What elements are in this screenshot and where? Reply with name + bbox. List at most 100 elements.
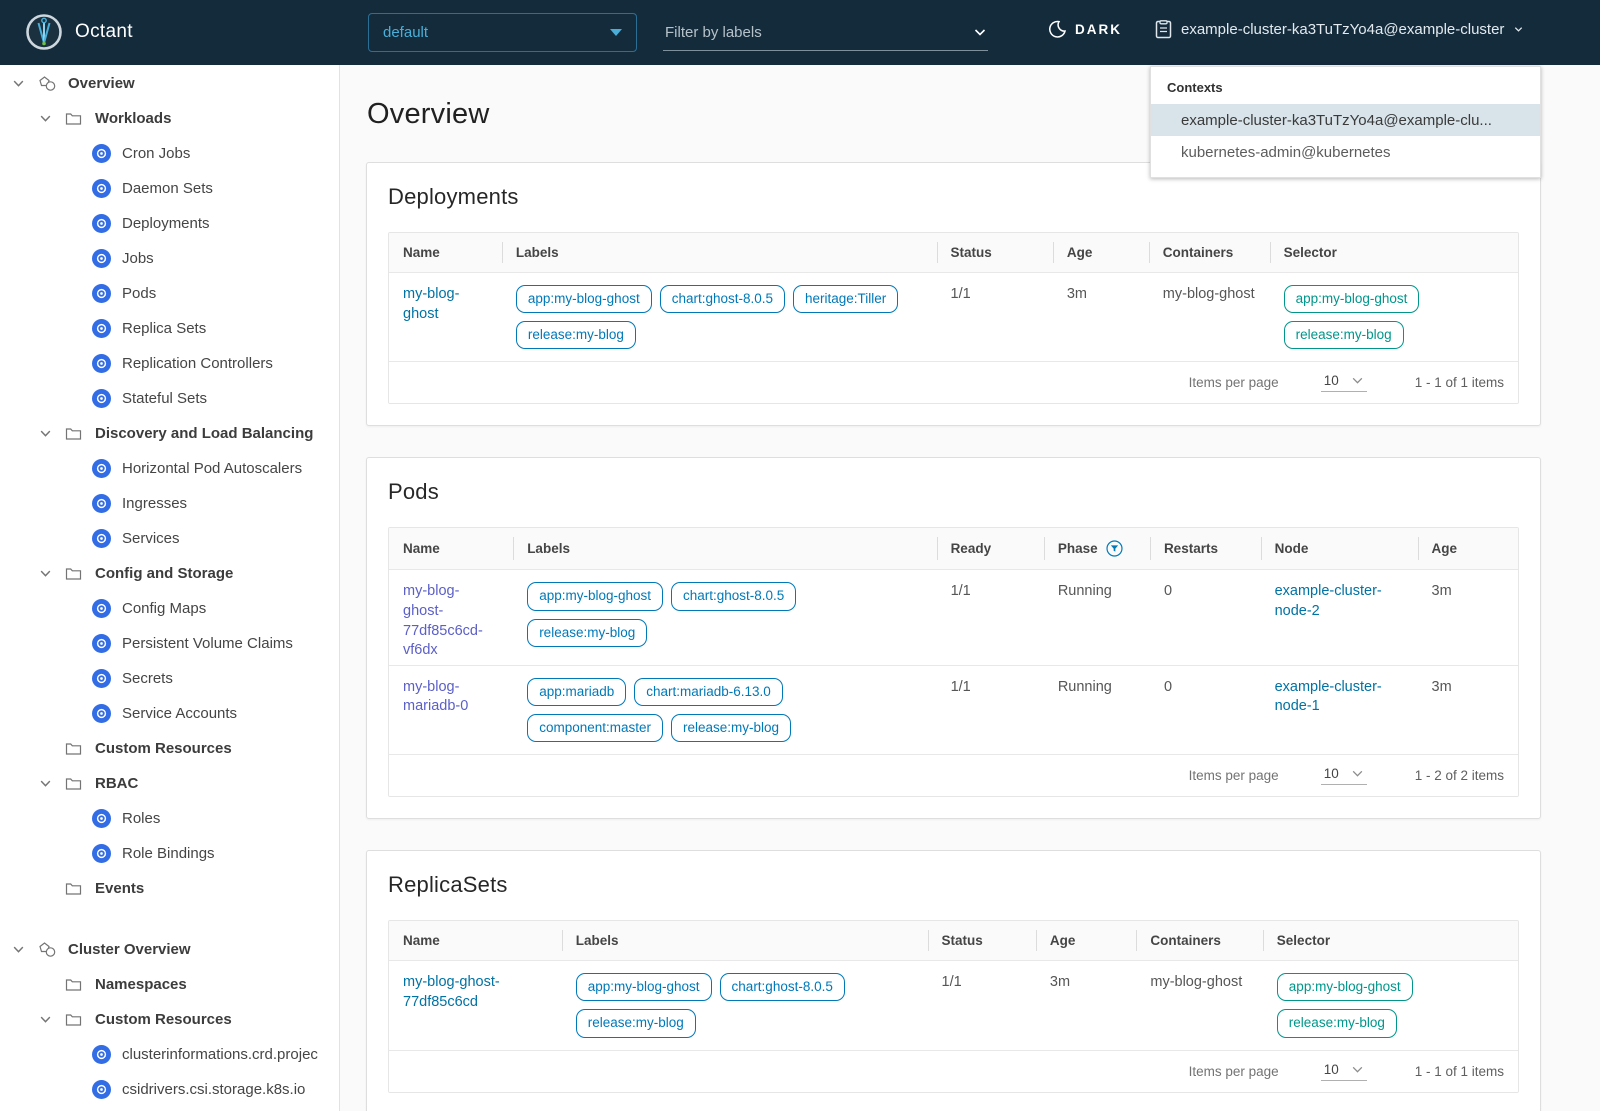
label-badge[interactable]: heritage:Tiller xyxy=(793,285,899,314)
sidebar-item-jobs[interactable]: Jobs xyxy=(0,241,339,276)
sidebar-item-replica-sets[interactable]: Replica Sets xyxy=(0,311,339,346)
chevron-down-icon[interactable] xyxy=(972,24,988,40)
selector-badge[interactable]: release:my-blog xyxy=(1276,1009,1397,1038)
resource-link[interactable]: my-blog-ghost-77df85c6cd xyxy=(403,974,500,1010)
resource-link[interactable]: my-blog-ghost xyxy=(403,286,459,322)
label-badge[interactable]: app:my-blog-ghost xyxy=(515,285,652,314)
column-header-age[interactable]: Age xyxy=(1035,921,1136,960)
column-header-name[interactable]: Name xyxy=(389,528,513,569)
label-badge[interactable]: release:my-blog xyxy=(575,1009,696,1038)
label-badge[interactable]: component:master xyxy=(527,713,663,743)
sidebar-item-cron-jobs[interactable]: Cron Jobs xyxy=(0,136,339,171)
column-header-phase[interactable]: Phase xyxy=(1043,528,1150,569)
label-badge[interactable]: chart:ghost-8.0.5 xyxy=(719,973,845,1002)
page-range: 1 - 2 of 2 items xyxy=(1414,768,1504,784)
column-header-label: Ready xyxy=(950,541,992,557)
selector-badge[interactable]: app:my-blog-ghost xyxy=(1276,973,1413,1002)
sidebar-item-custom-resources[interactable]: Custom Resources xyxy=(0,731,339,766)
column-header-age[interactable]: Age xyxy=(1417,528,1518,569)
chevron-down-icon[interactable] xyxy=(12,942,38,958)
sidebar-item-config-maps[interactable]: Config Maps xyxy=(0,591,339,626)
resource-link[interactable]: example-cluster-node-1 xyxy=(1275,679,1382,715)
sidebar-item-deployments[interactable]: Deployments xyxy=(0,206,339,241)
chevron-down-icon[interactable] xyxy=(39,566,65,582)
label-badge[interactable]: chart:ghost-8.0.5 xyxy=(671,582,797,611)
sidebar-item-persistent-volume-claims[interactable]: Persistent Volume Claims xyxy=(0,626,339,661)
column-header-labels[interactable]: Labels xyxy=(561,921,928,960)
column-header-age[interactable]: Age xyxy=(1052,233,1149,272)
deployments-icon xyxy=(92,214,118,234)
sidebar-item-roles[interactable]: Roles xyxy=(0,801,339,836)
filter-icon[interactable] xyxy=(1106,540,1123,558)
column-header-restarts[interactable]: Restarts xyxy=(1149,528,1261,569)
chevron-down-icon[interactable] xyxy=(12,76,38,92)
sidebar-item-events[interactable]: Events xyxy=(0,871,339,906)
pagination: Items per page 10 1 - 1 of 1 items xyxy=(389,1049,1518,1092)
label-badge[interactable]: chart:mariadb-6.13.0 xyxy=(634,677,783,706)
sidebar-item-cluster-overview[interactable]: Cluster Overview xyxy=(0,932,339,967)
sidebar-item-secrets[interactable]: Secrets xyxy=(0,661,339,696)
column-header-ready[interactable]: Ready xyxy=(936,528,1044,569)
context-menu-item[interactable]: example-cluster-ka3TuTzYo4a@example-clu.… xyxy=(1151,104,1540,136)
column-header-selector[interactable]: Selector xyxy=(1269,233,1518,272)
label-badge[interactable]: release:my-blog xyxy=(527,618,648,647)
sidebar-item-ingresses[interactable]: Ingresses xyxy=(0,486,339,521)
column-header-name[interactable]: Name xyxy=(389,921,562,960)
column-header-labels[interactable]: Labels xyxy=(501,233,937,272)
sidebar-item-daemon-sets[interactable]: Daemon Sets xyxy=(0,171,339,206)
context-menu-item[interactable]: kubernetes-admin@kubernetes xyxy=(1151,136,1540,168)
sidebar-item-discovery-and-load-balancing[interactable]: Discovery and Load Balancing xyxy=(0,416,339,451)
page-size-select[interactable]: 10 xyxy=(1320,373,1367,393)
column-header-selector[interactable]: Selector xyxy=(1262,921,1518,960)
label-filter-input[interactable] xyxy=(663,22,972,42)
chevron-down-icon[interactable] xyxy=(39,426,65,442)
brand[interactable]: Octant xyxy=(26,14,133,50)
label-badge[interactable]: chart:ghost-8.0.5 xyxy=(659,285,786,314)
sidebar-item-label: Deployments xyxy=(122,215,210,232)
sidebar-item-csidrivers-csi-storage-k8s-io[interactable]: csidrivers.csi.storage.k8s.io xyxy=(0,1072,339,1107)
column-header-label: Labels xyxy=(527,541,570,557)
chevron-down-icon[interactable] xyxy=(39,776,65,792)
context-switcher[interactable]: example-cluster-ka3TuTzYo4a@example-clus… xyxy=(1155,20,1524,39)
sidebar-item-services[interactable]: Services xyxy=(0,521,339,556)
column-header-containers[interactable]: Containers xyxy=(1148,233,1270,272)
label-badge[interactable]: app:my-blog-ghost xyxy=(575,973,712,1002)
label-badge[interactable]: app:mariadb xyxy=(527,677,627,706)
sidebar-item-namespaces[interactable]: Namespaces xyxy=(0,967,339,1002)
column-header-labels[interactable]: Labels xyxy=(513,528,936,569)
sidebar-item-rbac[interactable]: RBAC xyxy=(0,766,339,801)
resource-link[interactable]: example-cluster-node-2 xyxy=(1275,583,1382,619)
sidebar-item-replication-controllers[interactable]: Replication Controllers xyxy=(0,346,339,381)
column-header-status[interactable]: Status xyxy=(936,233,1053,272)
table-row: my-blog-mariadb-0 app:mariadb chart:mariad… xyxy=(389,664,1518,755)
sidebar-item-config-and-storage[interactable]: Config and Storage xyxy=(0,556,339,591)
sidebar-item-overview[interactable]: Overview xyxy=(0,66,339,101)
page-size-select[interactable]: 10 xyxy=(1320,1062,1367,1081)
dark-theme-toggle[interactable]: DARK xyxy=(1048,20,1122,38)
table-cell: my-blog-ghost xyxy=(1136,961,1262,1049)
sidebar-item-role-bindings[interactable]: Role Bindings xyxy=(0,836,339,871)
sidebar-item-horizontal-pod-autoscalers[interactable]: Horizontal Pod Autoscalers xyxy=(0,451,339,486)
sidebar-item-pods[interactable]: Pods xyxy=(0,276,339,311)
sidebar-item-stateful-sets[interactable]: Stateful Sets xyxy=(0,381,339,416)
chevron-down-icon[interactable] xyxy=(39,111,65,127)
resource-link[interactable]: my-blog-ghost-77df85c6cd-vf6dx xyxy=(403,583,483,658)
chevron-down-icon[interactable] xyxy=(39,1012,65,1028)
label-badge[interactable]: release:my-blog xyxy=(515,321,636,350)
column-header-node[interactable]: Node xyxy=(1260,528,1418,569)
sidebar-item-service-accounts[interactable]: Service Accounts xyxy=(0,696,339,731)
sidebar-item-workloads[interactable]: Workloads xyxy=(0,101,339,136)
table-row: my-blog-ghost-77df85c6cd-vf6dx app:my-blo… xyxy=(389,569,1518,665)
selector-badge[interactable]: release:my-blog xyxy=(1283,321,1404,350)
column-header-containers[interactable]: Containers xyxy=(1136,921,1262,960)
column-header-status[interactable]: Status xyxy=(927,921,1036,960)
sidebar-item-clusterinformations-crd-projec[interactable]: clusterinformations.crd.projec xyxy=(0,1037,339,1072)
selector-badge[interactable]: app:my-blog-ghost xyxy=(1283,285,1420,314)
resource-link[interactable]: my-blog-mariadb-0 xyxy=(403,679,468,715)
namespace-select[interactable]: default xyxy=(368,13,637,52)
sidebar-item-custom-resources[interactable]: Custom Resources xyxy=(0,1002,339,1037)
label-badge[interactable]: app:my-blog-ghost xyxy=(527,582,663,611)
label-badge[interactable]: release:my-blog xyxy=(671,713,792,743)
column-header-name[interactable]: Name xyxy=(389,233,502,272)
page-size-select[interactable]: 10 xyxy=(1320,766,1367,786)
